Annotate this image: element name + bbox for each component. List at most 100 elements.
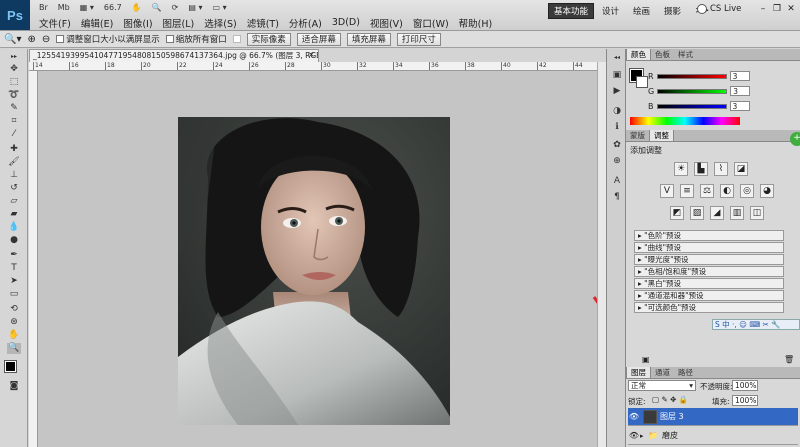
collapse-panels-icon[interactable]: ◂◂ <box>611 52 623 64</box>
color-g-slider[interactable] <box>657 88 728 94</box>
zoom-level[interactable]: 66.7 <box>99 3 127 12</box>
tab-adjustments[interactable]: 调整 <box>649 130 674 141</box>
vertical-scrollbar[interactable] <box>597 62 606 447</box>
quick-mask-icon[interactable]: ◙ <box>7 381 21 392</box>
bw-icon[interactable]: ◐ <box>720 184 734 198</box>
preset-bw[interactable]: ▸ "黑白"预设 <box>634 278 784 289</box>
arrange-docs-icon[interactable]: ▤ ▾ <box>183 3 207 12</box>
opacity-input[interactable]: 100% <box>732 380 758 391</box>
paragraph-panel-icon[interactable]: ¶ <box>611 191 623 203</box>
workspace-photography[interactable]: 摄影 <box>658 3 687 19</box>
curves-icon[interactable]: ⌇ <box>714 162 728 176</box>
zoom-tool-icon[interactable]: 🔍 <box>147 3 167 12</box>
tab-paths[interactable]: 路径 <box>674 367 697 378</box>
preset-selective-color[interactable]: ▸ "可选颜色"预设 <box>634 302 784 313</box>
spectrum-bar[interactable] <box>630 117 740 125</box>
document-close-icon[interactable]: × <box>308 50 315 59</box>
workspace-design[interactable]: 设计 <box>596 3 625 19</box>
document-tab[interactable]: _1255419399541047719548081505986741373​6… <box>29 49 319 62</box>
color-r-value[interactable]: 3 <box>729 71 750 81</box>
threshold-icon[interactable]: ◢ <box>710 206 724 220</box>
brightness-icon[interactable]: ☀ <box>674 162 688 176</box>
channel-mixer-icon[interactable]: ◕ <box>760 184 774 198</box>
brush-tool-icon[interactable]: 🖌 <box>7 157 21 168</box>
tab-masks[interactable]: 蒙版 <box>626 130 649 141</box>
color-b-value[interactable]: 3 <box>729 101 750 111</box>
menu-file[interactable]: 文件(F) <box>34 16 76 30</box>
adjust-footer-icon[interactable]: ▣ <box>642 355 650 364</box>
navigator-panel-icon[interactable]: ◑ <box>611 105 623 117</box>
zoom-in-icon[interactable]: ⊕ <box>27 34 35 45</box>
menu-select[interactable]: 选择(S) <box>199 16 241 30</box>
portrait-image[interactable] <box>178 117 450 425</box>
zoom-tool-preset-icon[interactable]: 🔍▾ <box>4 34 21 45</box>
type-tool-icon[interactable]: T <box>7 263 21 274</box>
color-bg-swatch[interactable] <box>636 76 648 88</box>
group-expand-icon[interactable]: ▸ <box>640 432 648 440</box>
clone-source-icon[interactable]: ⊕ <box>611 155 623 167</box>
history-panel-icon[interactable]: ▣ <box>611 69 623 81</box>
tab-layers[interactable]: 图层 <box>626 367 651 378</box>
visibility-eye-icon[interactable]: 👁 <box>628 412 640 421</box>
minibridge-button[interactable]: Mb <box>53 3 75 12</box>
hue-sat-icon[interactable]: ≡ <box>680 184 694 198</box>
levels-icon[interactable]: ▙ <box>694 162 708 176</box>
preset-curves[interactable]: ▸ "曲线"预设 <box>634 242 784 253</box>
lock-icons[interactable]: ▢ ✎ ✥ 🔒 <box>652 395 688 404</box>
shape-tool-icon[interactable]: ▭ <box>7 289 21 300</box>
blur-tool-icon[interactable]: 💧 <box>7 222 21 233</box>
screen-mode-icon[interactable]: ▭ ▾ <box>207 3 231 12</box>
rotate-view-icon[interactable]: ⟳ <box>167 3 184 12</box>
restore-icon[interactable]: ❐ <box>770 3 784 16</box>
fill-screen-button[interactable]: 填充屏幕 <box>346 32 391 46</box>
toolbox-collapse-icon[interactable]: ▸▸ <box>7 51 21 62</box>
print-size-button[interactable]: 打印尺寸 <box>396 32 441 46</box>
menu-help[interactable]: 帮助(H) <box>454 16 498 30</box>
zoom-tool-icon-2[interactable]: 🔍 <box>7 343 21 354</box>
selective-color-icon[interactable]: ◫ <box>750 206 764 220</box>
workspace-essentials[interactable]: 基本功能 <box>548 3 595 19</box>
tab-channels[interactable]: 通道 <box>651 367 674 378</box>
blend-mode-select[interactable]: 正常 ▾ <box>628 380 696 391</box>
close-icon[interactable]: ✕ <box>784 3 798 16</box>
menu-edit[interactable]: 编辑(E) <box>76 16 118 30</box>
marquee-tool-icon[interactable]: ⬚ <box>7 77 21 88</box>
menu-window[interactable]: 窗口(W) <box>408 16 454 30</box>
preset-channel-mixer[interactable]: ▸ "通道混和器"预设 <box>634 290 784 301</box>
healing-brush-icon[interactable]: ✚ <box>7 144 21 155</box>
actual-pixels-button[interactable]: 实际像素 <box>246 32 291 46</box>
layer-row[interactable]: 👁 ▸ 📁 磨皮 <box>628 427 798 445</box>
tab-color[interactable]: 颜色 <box>626 49 651 60</box>
character-panel-icon[interactable]: A <box>611 175 623 187</box>
resize-windows-option[interactable]: 调整窗口大小以满屏显示 <box>56 33 160 45</box>
menu-3d[interactable]: 3D(D) <box>327 17 365 28</box>
menu-analysis[interactable]: 分析(A) <box>284 16 327 30</box>
cs-live[interactable]: CS Live <box>697 4 741 14</box>
posterize-icon[interactable]: ▨ <box>690 206 704 220</box>
menu-layer[interactable]: 图层(L) <box>158 16 200 30</box>
actions-panel-icon[interactable]: ▶ <box>611 85 623 97</box>
move-tool-icon[interactable]: ✥ <box>7 64 21 75</box>
menu-filter[interactable]: 滤镜(T) <box>242 16 284 30</box>
preset-exposure[interactable]: ▸ "曝光度"预设 <box>634 254 784 265</box>
dodge-tool-icon[interactable]: ● <box>7 235 21 246</box>
pen-tool-icon[interactable]: ✒ <box>7 250 21 261</box>
exposure-icon[interactable]: ◪ <box>734 162 748 176</box>
3d-rotate-icon[interactable]: ⟲ <box>7 304 21 315</box>
zoom-all-option[interactable]: 缩放所有窗口 <box>165 33 227 45</box>
visibility-eye-icon[interactable]: 👁 <box>628 431 640 440</box>
info-panel-icon[interactable]: ℹ <box>611 121 623 133</box>
foreground-color-swatch[interactable] <box>4 360 17 373</box>
scrubby-zoom-option[interactable] <box>232 35 241 43</box>
gradient-map-icon[interactable]: ▥ <box>730 206 744 220</box>
workspace-painting[interactable]: 绘画 <box>627 3 656 19</box>
preset-hue-sat[interactable]: ▸ "色相/饱和度"预设 <box>634 266 784 277</box>
menu-image[interactable]: 图像(I) <box>118 16 157 30</box>
adjust-delete-icon[interactable]: 🗑 <box>784 355 794 364</box>
invert-icon[interactable]: ◩ <box>670 206 684 220</box>
brush-panel-icon[interactable]: ✿ <box>611 139 623 151</box>
fit-screen-button[interactable]: 适合屏幕 <box>296 32 341 46</box>
vibrance-icon[interactable]: V <box>660 184 674 198</box>
color-r-slider[interactable] <box>656 73 727 79</box>
bridge-button[interactable]: Br <box>34 3 53 12</box>
